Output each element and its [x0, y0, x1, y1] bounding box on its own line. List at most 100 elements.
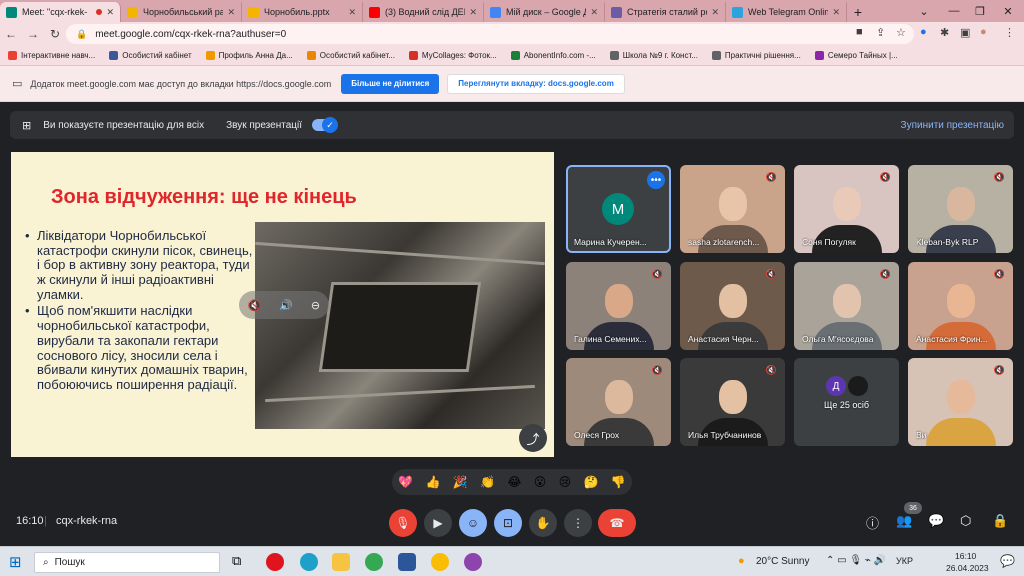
participant-tile[interactable]: 🔇 Ольга М'ясоєдова: [794, 262, 899, 350]
browser-tab[interactable]: Web Telegram Online ✕: [726, 2, 847, 22]
close-tab-icon[interactable]: ✕: [469, 7, 477, 18]
participant-tile[interactable]: 🔇 Илья Трубчанинов: [680, 358, 785, 446]
reaction-emoji[interactable]: 👏: [480, 475, 495, 489]
word-icon[interactable]: [398, 553, 416, 571]
meeting-details-icon[interactable]: ⓘ: [866, 513, 879, 532]
close-tab-icon[interactable]: ✕: [227, 7, 235, 18]
bookmark-item[interactable]: Семеро Тайных |...: [814, 51, 898, 60]
participant-tile[interactable]: 🔇 Соня Погуляк: [794, 165, 899, 253]
close-tab-icon[interactable]: ✕: [106, 7, 114, 18]
notifications-icon[interactable]: 💬: [1000, 554, 1015, 568]
bookmark-item[interactable]: Школа №9 г. Конст...: [609, 51, 698, 60]
end-call-button[interactable]: ☎: [598, 509, 636, 537]
browser-tab[interactable]: Чорнобильський ра ✕: [121, 2, 242, 22]
stop-presenting-button[interactable]: Зупинити презентацію: [901, 120, 1004, 131]
browser-tab[interactable]: Meet: "cqx-rkek- ✕: [0, 2, 121, 22]
mic-off-button[interactable]: 🎙: [389, 509, 417, 537]
bookmark-item[interactable]: Практичні рішення...: [711, 51, 801, 60]
extensions-puzzle-icon[interactable]: ✱: [940, 26, 949, 39]
participant-tile[interactable]: 🔇 Kleban-Byk RLP: [908, 165, 1013, 253]
profile-avatar-icon[interactable]: ●: [980, 26, 987, 38]
taskbar-time[interactable]: 16:10: [955, 551, 976, 561]
close-tab-icon[interactable]: ✕: [711, 7, 719, 18]
viber-icon[interactable]: [464, 553, 482, 571]
browser-menu-icon[interactable]: ⋮: [1004, 26, 1015, 39]
file-explorer-icon[interactable]: [332, 553, 350, 571]
bookmark-icon: [205, 51, 215, 60]
bookmark-label: MyCollages: Фоток...: [421, 51, 497, 60]
volume-icon[interactable]: 🔊: [279, 299, 293, 312]
browser-tab[interactable]: Чорнобиль.pptx ✕: [242, 2, 363, 22]
browser-tab[interactable]: Мій диск – Google Д ✕: [484, 2, 605, 22]
more-options-button[interactable]: ⋮: [564, 509, 592, 537]
activities-icon[interactable]: ⬡: [960, 513, 971, 529]
people-icon[interactable]: 👥: [896, 513, 912, 529]
minimize-button[interactable]: —: [940, 0, 968, 22]
taskbar-search[interactable]: ⌕ Пошук: [34, 552, 220, 573]
back-icon[interactable]: ←: [0, 27, 22, 41]
system-tray-icons[interactable]: ⌃ ▭ 🎙 ⌁ 🔊: [826, 555, 886, 566]
view-tab-button[interactable]: Переглянути вкладку: docs.google.com: [447, 73, 625, 94]
reaction-emoji[interactable]: 😮: [534, 475, 547, 489]
emoji-reactions-button[interactable]: ☺: [459, 509, 487, 537]
camera-icon[interactable]: ■: [856, 26, 863, 38]
more-options-icon[interactable]: •••: [647, 171, 665, 189]
browser-tab[interactable]: (3) Водний слід ДЕП ✕: [363, 2, 484, 22]
reaction-emoji[interactable]: 🤔: [583, 475, 598, 489]
language-indicator[interactable]: УКР: [896, 556, 913, 566]
edge-icon[interactable]: [300, 553, 318, 571]
chat-icon[interactable]: 💬: [928, 513, 944, 529]
reaction-emoji[interactable]: 🎉: [453, 475, 468, 489]
tab-search-icon[interactable]: ⌄: [910, 0, 938, 22]
maximize-button[interactable]: ❐: [966, 0, 994, 22]
participant-tile[interactable]: 🔇 sasha zlotarench...: [680, 165, 785, 253]
windows-start-icon[interactable]: ⊞: [9, 553, 22, 571]
bookmark-item[interactable]: Особистий кабінет: [109, 51, 192, 60]
others-tile[interactable]: Д Ще 25 осіб: [794, 358, 899, 446]
share-icon[interactable]: ⤴: [519, 424, 547, 452]
participant-tile[interactable]: 🔇 Анастасия Фрин...: [908, 262, 1013, 350]
reaction-emoji[interactable]: 😢: [559, 475, 572, 489]
task-view-icon[interactable]: ⧉: [232, 553, 241, 569]
extension-dot-icon[interactable]: ●: [920, 26, 927, 38]
participant-tile[interactable]: 🔇 Анастасия Черн...: [680, 262, 785, 350]
side-panel-icon[interactable]: ▣: [960, 26, 970, 39]
share-page-icon[interactable]: ⇪: [876, 26, 885, 39]
bookmark-item[interactable]: MyCollages: Фоток...: [408, 51, 497, 60]
taskbar-date[interactable]: 26.04.2023: [946, 563, 989, 573]
camera-button[interactable]: ▶: [424, 509, 452, 537]
host-controls-icon[interactable]: 🔒: [992, 513, 1008, 529]
stop-sharing-button[interactable]: Більше не ділитися: [341, 73, 440, 94]
mute-presentation-icon[interactable]: 🔇: [248, 299, 262, 312]
reload-icon[interactable]: ↻: [44, 27, 66, 41]
reaction-emoji[interactable]: 👍: [425, 475, 440, 489]
reaction-emoji[interactable]: 💖: [398, 475, 413, 489]
bookmark-item[interactable]: Профиль Анна Да...: [205, 51, 293, 60]
reaction-emoji[interactable]: 😂: [507, 475, 521, 489]
reaction-emoji[interactable]: 👎: [611, 475, 626, 489]
bookmark-item[interactable]: AbonentInfo.com -...: [510, 51, 596, 60]
remove-icon[interactable]: ⊖: [311, 299, 320, 312]
weather-text[interactable]: 20°C Sunny: [756, 556, 809, 567]
bookmark-item[interactable]: Особистий кабінет...: [306, 51, 395, 60]
opera-icon[interactable]: [266, 553, 284, 571]
close-tab-icon[interactable]: ✕: [832, 7, 840, 18]
participant-tile[interactable]: 🔇 Ви: [908, 358, 1013, 446]
participant-tile[interactable]: 🔇 Галина Семених...: [566, 262, 671, 350]
present-now-button[interactable]: ⊡: [494, 509, 522, 537]
close-tab-icon[interactable]: ✕: [590, 7, 598, 18]
bookmark-star-icon[interactable]: ☆: [896, 26, 906, 39]
close-window-button[interactable]: ✕: [994, 0, 1022, 22]
new-tab-button[interactable]: +: [847, 2, 869, 22]
forward-icon[interactable]: →: [22, 27, 44, 41]
participant-tile[interactable]: 🔇 Олеся Грох: [566, 358, 671, 446]
chrome-icon[interactable]: [365, 553, 383, 571]
bookmark-item[interactable]: Інтерактивне навч...: [8, 51, 95, 60]
raise-hand-button[interactable]: ✋: [529, 509, 557, 537]
address-bar[interactable]: 🔒 meet.google.com/cqx-rkek-rna?authuser=…: [66, 24, 914, 44]
presentation-audio-toggle[interactable]: [312, 117, 338, 133]
browser-tab[interactable]: Стратегія сталий роз ✕: [605, 2, 726, 22]
participant-tile[interactable]: М ••• Марина Кучерен...: [566, 165, 671, 253]
chrome-profile-icon[interactable]: [431, 553, 449, 571]
close-tab-icon[interactable]: ✕: [348, 7, 356, 18]
